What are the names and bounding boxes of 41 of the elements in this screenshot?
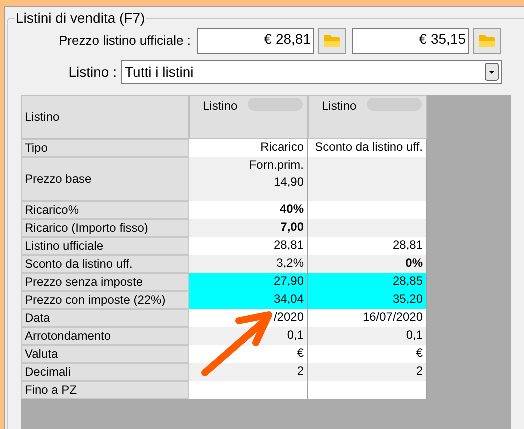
table-cell: 35,20	[308, 291, 427, 309]
row-label: Ricarico%	[21, 201, 189, 219]
table-cell: 27,90	[189, 273, 308, 291]
row-label: Valuta	[21, 345, 189, 363]
row-label: Ricarico (Importo fisso)	[21, 219, 189, 237]
table-cell: 2	[308, 363, 427, 381]
row-label: Sconto da listino uff.	[21, 255, 189, 273]
price-field[interactable]: € 28,81	[197, 28, 314, 54]
table-cell: 28,81	[189, 237, 308, 255]
group-title: Listini di vendita (F7)	[15, 10, 146, 27]
field-label: Listino :	[68, 62, 117, 82]
table-cell: Sconto da listino uff.	[308, 139, 427, 157]
table-cell: 0,1	[308, 327, 427, 345]
row-label: Fino a PZ	[21, 381, 189, 399]
table-cell: 28,85	[308, 273, 427, 291]
table-cell: 7,00	[189, 219, 308, 237]
row-label: Prezzo senza imposte	[21, 273, 189, 291]
row-label: Prezzo con imposte (22%)	[21, 291, 189, 309]
row-label: Listino ufficiale	[21, 237, 189, 255]
column-header[interactable]: Listino	[189, 95, 308, 139]
table-cell: 3,2%	[189, 255, 308, 273]
column-header[interactable]: Listino	[308, 95, 427, 139]
row-label: Prezzo base	[21, 157, 189, 201]
row-label: Data	[21, 309, 189, 327]
table-cell: 16/07/2020	[308, 309, 427, 327]
table-cell: 40%	[189, 201, 308, 219]
table-cell: €	[308, 345, 427, 363]
table-cell: Forn.prim. 14,90	[189, 157, 308, 201]
header-cell: Listino	[21, 95, 189, 139]
row-label: Decimali	[21, 363, 189, 381]
table-cell: Ricarico	[189, 139, 308, 157]
field-label: Prezzo listino ufficiale :	[58, 32, 191, 50]
table-cell: €	[189, 345, 308, 363]
table-cell: 2	[189, 363, 308, 381]
listino-dropdown[interactable]: Tutti i listini	[121, 60, 502, 84]
table-cell: 34,04	[189, 291, 308, 309]
row-label: Tipo	[21, 139, 189, 157]
price-field[interactable]: € 35,15	[352, 28, 469, 54]
table-cell: 0%	[308, 255, 427, 273]
table-cell: 28,81	[308, 237, 427, 255]
row-label: Arrotondamento	[21, 327, 189, 345]
